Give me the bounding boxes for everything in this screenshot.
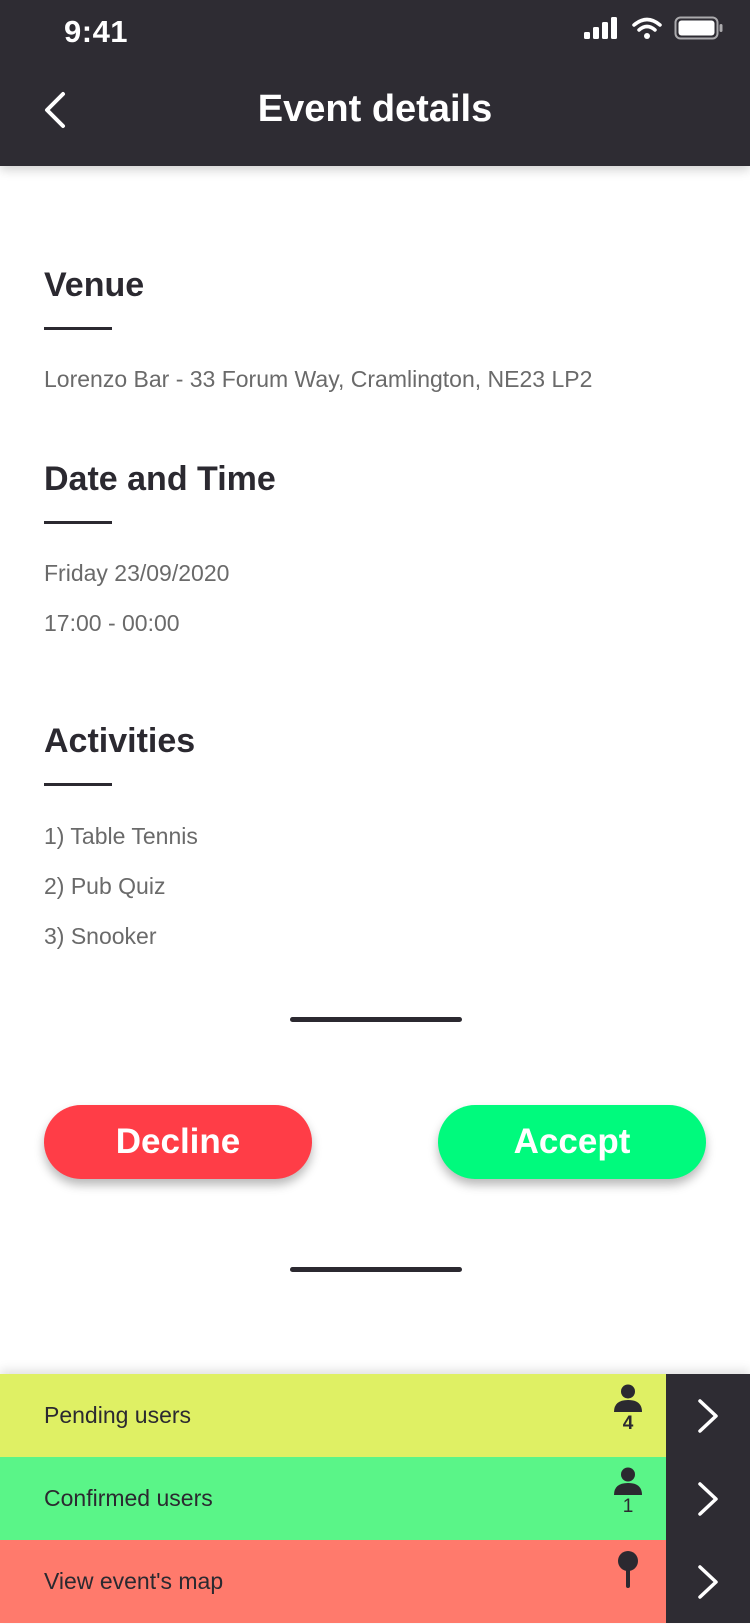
pending-users-indicator: 4 [608,1384,648,1448]
app-header: 9:41 Event details [0,0,750,166]
venue-heading: Venue [44,266,145,304]
chevron-right-icon [698,1481,718,1516]
venue-address: Lorenzo Bar - 33 Forum Way, Cramlington,… [44,366,593,392]
map-pin-icon [618,1551,638,1588]
decline-button[interactable]: Decline [44,1105,312,1179]
pending-users-arrow[interactable] [666,1374,750,1457]
chevron-right-icon [698,1564,718,1599]
pending-users-row[interactable]: Pending users 4 [0,1374,750,1457]
confirmed-users-arrow[interactable] [666,1457,750,1540]
status-icons [584,16,724,40]
pending-users-label: Pending users [44,1402,192,1428]
confirmed-users-count: 1 [622,1496,634,1517]
venue-underline [44,327,112,330]
bottom-actions: Pending users 4 Confirmed users 1 View e… [0,1374,750,1623]
wifi-icon [632,17,662,39]
divider-bottom [290,1267,462,1272]
date-time-heading: Date and Time [44,460,276,498]
view-map-label: View event's map [44,1568,224,1594]
view-map-indicator [608,1550,648,1614]
accept-button[interactable]: Accept [438,1105,706,1179]
pending-users-count: 4 [622,1413,634,1434]
person-icon [614,1384,642,1412]
activity-item: 1) Table Tennis [44,823,198,849]
chevron-right-icon [698,1398,718,1433]
battery-icon [674,16,723,40]
date-time-underline [44,521,112,524]
view-map-row[interactable]: View event's map [0,1540,750,1623]
event-date: Friday 23/09/2020 [44,560,230,586]
signal-icon [584,17,617,39]
confirmed-users-label: Confirmed users [44,1485,213,1511]
activities-heading: Activities [44,722,196,760]
confirmed-users-indicator: 1 [608,1467,648,1531]
page-title: Event details [257,88,493,130]
activity-item: 2) Pub Quiz [44,873,166,899]
status-time: 9:41 [64,14,129,49]
activities-underline [44,783,112,786]
confirmed-users-row[interactable]: Confirmed users 1 [0,1457,750,1540]
divider-top [290,1017,462,1022]
activity-item: 3) Snooker [44,923,157,949]
event-time: 17:00 - 00:00 [44,610,180,636]
person-icon [614,1467,642,1495]
view-map-arrow[interactable] [666,1540,750,1623]
